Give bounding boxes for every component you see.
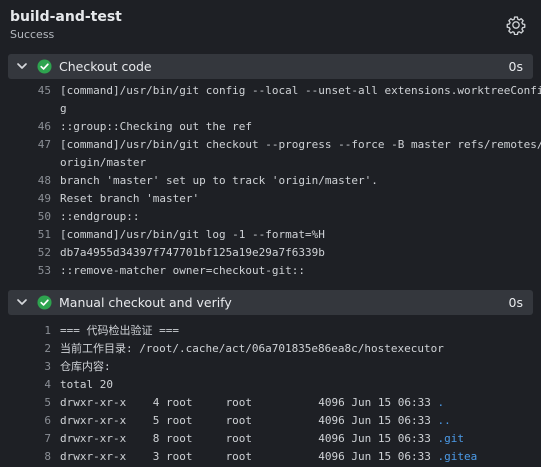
line-number[interactable]: 3	[20, 358, 51, 376]
line-text: drwxr-xr-x 8 root root 4096 Jun 15 06:33…	[60, 430, 464, 448]
log-line: 3 仓库内容:	[0, 358, 541, 376]
line-text: 仓库内容:	[60, 358, 111, 376]
line-text: drwxr-xr-x 5 root root 4096 Jun 15 06:33…	[60, 412, 451, 430]
line-text: [command]/usr/bin/git config --local --u…	[60, 82, 541, 100]
line-text-content: === 代码检出验证 ===	[60, 324, 179, 337]
line-number[interactable]: 45	[20, 82, 51, 100]
line-text: origin/master	[60, 154, 146, 172]
gear-icon[interactable]	[506, 15, 526, 36]
line-text: total 20	[60, 376, 113, 394]
directory-name: .	[437, 396, 445, 409]
line-text: drwxr-xr-x 3 root root 4096 Jun 15 06:33…	[60, 448, 477, 466]
log-line: 51 [command]/usr/bin/git log -1 --format=…	[0, 226, 541, 244]
line-number[interactable]: 51	[20, 226, 51, 244]
line-text: ::remove-matcher owner=checkout-git::	[60, 262, 305, 280]
job-title: build-and-test	[10, 9, 122, 25]
log-line: 7 drwxr-xr-x 8 root root 4096 Jun 15 06:3…	[0, 430, 541, 448]
line-number[interactable]: 52	[20, 244, 51, 262]
log-line: 46::group::Checking out the ref	[0, 118, 541, 136]
line-text: [command]/usr/bin/git checkout --progres…	[60, 136, 541, 154]
line-text-content: g	[60, 102, 67, 115]
log-line: origin/master	[0, 154, 541, 172]
line-number[interactable]: 49	[20, 190, 51, 208]
line-text-content: drwxr-xr-x 4 root root 4096 Jun 15 06:33	[60, 396, 438, 409]
log-line: 6 drwxr-xr-x 5 root root 4096 Jun 15 06:3…	[0, 412, 541, 430]
log-line: 1 === 代码检出验证 ===	[0, 322, 541, 340]
success-check-icon	[37, 295, 52, 310]
step-header-1[interactable]: Manual checkout and verify 0s	[8, 290, 533, 315]
line-text: drwxr-xr-x 4 root root 4096 Jun 15 06:33…	[60, 394, 444, 412]
log-line: 4 total 20	[0, 376, 541, 394]
log-line: 53::remove-matcher owner=checkout-git::	[0, 262, 541, 280]
line-text-content: Reset branch 'master'	[60, 192, 200, 205]
line-number[interactable]: 2	[20, 340, 51, 358]
line-number[interactable]: 53	[20, 262, 51, 280]
step-name: Manual checkout and verify	[59, 295, 232, 310]
line-text-content: 仓库内容:	[60, 360, 111, 373]
directory-name: .git	[437, 432, 465, 445]
line-number[interactable]: 50	[20, 208, 51, 226]
line-text-content: ::group::Checking out the ref	[60, 120, 253, 133]
line-text-content: [command]/usr/bin/git checkout --progres…	[60, 138, 541, 151]
log-line: 50::endgroup::	[0, 208, 541, 226]
line-text: branch 'master' set up to track 'origin/…	[60, 172, 378, 190]
line-text-content: branch 'master' set up to track 'origin/…	[60, 174, 378, 187]
line-text-content: ::remove-matcher owner=checkout-git::	[60, 264, 306, 277]
log-line: 45 [command]/usr/bin/git config --local -…	[0, 82, 541, 100]
line-text-content: drwxr-xr-x 8 root root 4096 Jun 15 06:33	[60, 432, 438, 445]
log-line: 8 drwxr-xr-x 3 root root 4096 Jun 15 06:3…	[0, 448, 541, 466]
line-text-content: drwxr-xr-x 5 root root 4096 Jun 15 06:33	[60, 414, 438, 427]
line-text: Reset branch 'master'	[60, 190, 199, 208]
line-number[interactable]: 1	[20, 322, 51, 340]
log-line: 47 [command]/usr/bin/git checkout --progr…	[0, 136, 541, 154]
line-text-content: db7a4955d34397f747701bf125a19e29a7f6339b	[60, 246, 325, 259]
line-text: 当前工作目录: /root/.cache/act/06a701835e86ea8…	[60, 340, 444, 358]
line-number[interactable]: 8	[20, 448, 51, 466]
line-text: [command]/usr/bin/git log -1 --format=%H	[60, 226, 325, 244]
directory-name: .gitea	[437, 450, 478, 463]
line-text-content: drwxr-xr-x 3 root root 4096 Jun 15 06:33	[60, 450, 438, 463]
line-text-content: [command]/usr/bin/git config --local --u…	[60, 84, 541, 97]
step-duration: 0s	[508, 59, 523, 74]
log-line: 48 branch 'master' set up to track 'origi…	[0, 172, 541, 190]
line-number[interactable]: 7	[20, 430, 51, 448]
chevron-down-icon[interactable]	[16, 60, 28, 72]
job-status: Success	[10, 28, 55, 41]
line-number[interactable]: 46	[20, 118, 51, 136]
line-text: ::group::Checking out the ref	[60, 118, 252, 136]
job-header: build-and-test Success	[0, 0, 541, 50]
log-line: 2 当前工作目录: /root/.cache/act/06a701835e86ea…	[0, 340, 541, 358]
line-text-content: [command]/usr/bin/git log -1 --format=%H	[60, 228, 325, 241]
line-text: ::endgroup::	[60, 208, 139, 226]
log-line: g	[0, 100, 541, 118]
line-number[interactable]: 4	[20, 376, 51, 394]
directory-name: ..	[437, 414, 451, 427]
log-line: 5 drwxr-xr-x 4 root root 4096 Jun 15 06:3…	[0, 394, 541, 412]
chevron-down-icon[interactable]	[16, 296, 28, 308]
log-line: 49 Reset branch 'master'	[0, 190, 541, 208]
line-text: === 代码检出验证 ===	[60, 322, 179, 340]
line-number[interactable]: 47	[20, 136, 51, 154]
line-number[interactable]: 5	[20, 394, 51, 412]
step-duration: 0s	[508, 295, 523, 310]
line-text: g	[60, 100, 67, 118]
line-text: db7a4955d34397f747701bf125a19e29a7f6339b	[60, 244, 325, 262]
line-text-content: origin/master	[60, 156, 147, 169]
line-text-content: total 20	[60, 378, 113, 391]
line-number[interactable]: 6	[20, 412, 51, 430]
step-name: Checkout code	[59, 59, 152, 74]
step-header-0[interactable]: Checkout code 0s	[8, 54, 533, 79]
log-line: 52 db7a4955d34397f747701bf125a19e29a7f633…	[0, 244, 541, 262]
line-text-content: ::endgroup::	[60, 210, 140, 223]
line-text-content: 当前工作目录: /root/.cache/act/06a701835e86ea8…	[60, 342, 444, 355]
success-check-icon	[37, 59, 52, 74]
line-number[interactable]: 48	[20, 172, 51, 190]
